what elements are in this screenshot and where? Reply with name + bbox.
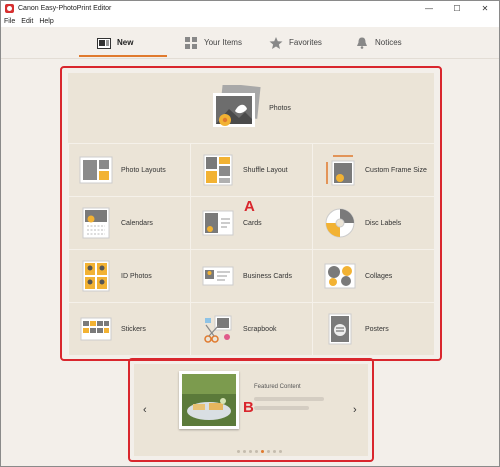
minimize-button[interactable]: — bbox=[415, 1, 443, 16]
tab-notices-label: Notices bbox=[375, 38, 402, 47]
tab-your-items[interactable]: Your Items bbox=[184, 27, 242, 58]
marker-a: A bbox=[244, 198, 255, 215]
window-title: Canon Easy-PhotoPrint Editor bbox=[18, 5, 112, 12]
close-button[interactable]: ✕ bbox=[471, 1, 499, 16]
menu-bar: File Edit Help bbox=[1, 16, 499, 27]
menu-file[interactable]: File bbox=[4, 18, 15, 25]
active-tab-indicator bbox=[79, 55, 167, 57]
star-icon bbox=[269, 36, 283, 49]
menu-edit[interactable]: Edit bbox=[21, 18, 33, 25]
tab-notices[interactable]: Notices bbox=[355, 27, 402, 58]
tab-favorites-label: Favorites bbox=[289, 38, 322, 47]
app-icon bbox=[5, 4, 14, 13]
tab-your-items-label: Your Items bbox=[204, 38, 242, 47]
menu-help[interactable]: Help bbox=[39, 18, 53, 25]
tab-new[interactable]: New bbox=[97, 27, 133, 58]
grid-icon bbox=[185, 36, 197, 49]
bell-icon bbox=[357, 37, 367, 49]
marker-b: B bbox=[243, 399, 254, 416]
new-icon bbox=[97, 37, 111, 49]
tab-favorites[interactable]: Favorites bbox=[269, 27, 322, 58]
window-controls: — ☐ ✕ bbox=[415, 1, 499, 16]
nav-bar: New Your Items Favorites Notices bbox=[1, 27, 499, 59]
maximize-button[interactable]: ☐ bbox=[443, 1, 471, 16]
app-window: Canon Easy-PhotoPrint Editor — ☐ ✕ File … bbox=[0, 0, 500, 467]
title-bar: Canon Easy-PhotoPrint Editor — ☐ ✕ bbox=[1, 1, 499, 16]
tab-new-label: New bbox=[117, 38, 134, 47]
